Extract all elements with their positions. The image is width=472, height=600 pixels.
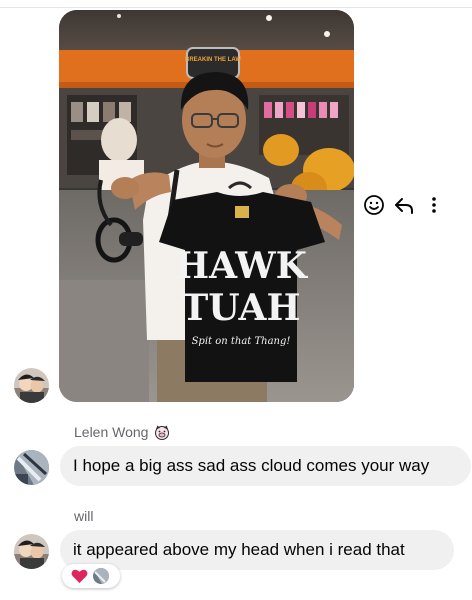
avatar[interactable]: [14, 534, 49, 569]
avatar[interactable]: [14, 368, 49, 403]
reactions-pill[interactable]: [62, 564, 120, 588]
reactor-avatar: [93, 568, 109, 584]
svg-text:Spit on that Thang!: Spit on that Thang!: [192, 336, 291, 347]
avatar[interactable]: [14, 450, 49, 485]
svg-text:TUAH: TUAH: [181, 287, 300, 329]
price-tag: [235, 206, 249, 218]
top-divider: [0, 7, 472, 8]
message-bubble[interactable]: I hope a big ass sad ass cloud comes you…: [60, 446, 471, 486]
pig-face-icon: [155, 425, 170, 440]
message-actions: [362, 193, 444, 217]
sender-name: Lelen Wong: [74, 424, 170, 440]
reply-icon: [395, 198, 413, 214]
sender-name: will: [74, 508, 94, 524]
message-bubble[interactable]: it appeared above my head when i read th…: [60, 530, 454, 570]
more-options-button[interactable]: [422, 193, 446, 217]
react-button[interactable]: [362, 193, 386, 217]
svg-text:HAWK: HAWK: [175, 245, 309, 287]
photo-attachment[interactable]: BREAKIN THE LAW HAWK TUAH Spit on that T…: [59, 10, 354, 402]
more-vertical-icon: [432, 197, 436, 213]
svg-text:BREAKIN THE LAW: BREAKIN THE LAW: [185, 57, 241, 63]
heart-icon: [71, 569, 88, 583]
reply-button[interactable]: [392, 193, 416, 217]
smiley-icon: [364, 195, 384, 215]
